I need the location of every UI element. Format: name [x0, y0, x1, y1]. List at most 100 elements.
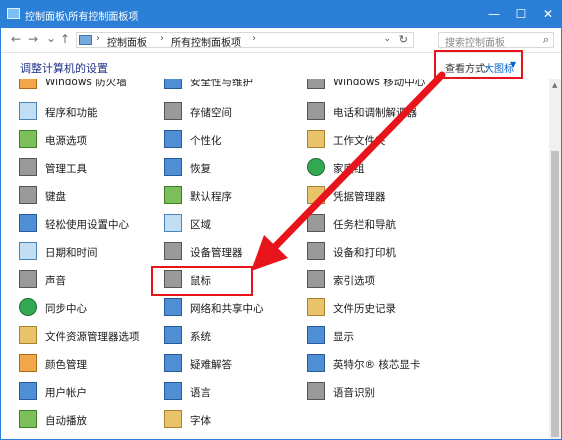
taskbar-icon [307, 214, 325, 232]
item-display[interactable]: 显示 [307, 324, 457, 348]
recovery-icon [164, 158, 182, 176]
item-sync-center[interactable]: 同步中心 [19, 296, 169, 320]
search-icon[interactable]: ⌕ [543, 33, 549, 47]
item-security-maintenance[interactable]: 安全性与维护 [164, 79, 314, 93]
minimize-button[interactable]: — [482, 5, 506, 23]
refresh-icon[interactable]: ↻ [399, 33, 408, 46]
address-dropdown-icon[interactable]: ⌄ [383, 34, 391, 44]
phone-icon [307, 102, 325, 120]
scrollbar-thumb[interactable] [551, 151, 559, 437]
breadcrumb-separator[interactable]: › [252, 33, 256, 44]
item-sound[interactable]: 声音 [19, 268, 169, 292]
tools-icon [19, 158, 37, 176]
item-credential-manager[interactable]: 凭据管理器 [307, 184, 457, 208]
item-region[interactable]: 区域 [164, 212, 314, 236]
close-button[interactable]: ✕ [536, 5, 560, 23]
printer-icon [307, 242, 325, 260]
maximize-button[interactable]: ☐ [509, 5, 533, 23]
item-system[interactable]: 系统 [164, 324, 314, 348]
up-arrow-icon[interactable]: ↑ [60, 32, 70, 46]
item-file-history[interactable]: 文件历史记录 [307, 296, 457, 320]
sync-icon [19, 298, 37, 316]
search-placeholder[interactable]: 搜索控制面板 [445, 34, 505, 49]
breadcrumb-all-items[interactable]: 所有控制面板项 [171, 34, 241, 49]
item-programs-features[interactable]: 程序和功能 [19, 100, 169, 124]
item-phone-modem[interactable]: 电话和调制解调器 [307, 100, 457, 124]
vertical-scrollbar[interactable]: ▲ [549, 79, 561, 439]
calendar-icon [19, 242, 37, 260]
mobility-icon [307, 79, 325, 89]
item-network-sharing[interactable]: 网络和共享中心 [164, 296, 314, 320]
breadcrumb-control-panel[interactable]: 控制面板 [107, 34, 147, 49]
color-icon [19, 354, 37, 372]
annotation-box-view-by [434, 50, 523, 79]
address-bar[interactable]: › 控制面板 › 所有控制面板项 › ⌄ ↻ [76, 32, 414, 49]
intel-icon [307, 354, 325, 372]
item-speech-recognition[interactable]: 语音识别 [307, 380, 457, 404]
item-fonts[interactable]: 字体 [164, 408, 314, 432]
file-history-icon [307, 298, 325, 316]
item-intel-graphics[interactable]: 英特尔® 核芯显卡 [307, 352, 457, 376]
item-date-time[interactable]: 日期和时间 [19, 240, 169, 264]
window-title: 控制面板\所有控制面板项 [25, 12, 139, 23]
default-programs-icon [164, 186, 182, 204]
users-icon [19, 382, 37, 400]
item-windows-mobility[interactable]: Windows 移动中心 [307, 79, 457, 93]
item-devices-printers[interactable]: 设备和打印机 [307, 240, 457, 264]
page-heading: 调整计算机的设置 [20, 62, 108, 75]
control-panel-window: 控制面板\所有控制面板项 — ☐ ✕ ← → ⌄ ↑ › 控制面板 › 所有控制… [0, 0, 562, 440]
network-icon [164, 298, 182, 316]
personalization-icon [164, 130, 182, 148]
search-box[interactable]: 搜索控制面板 ⌕ [438, 32, 554, 49]
item-work-folders[interactable]: 工作文件夹 [307, 128, 457, 152]
credential-icon [307, 186, 325, 204]
recent-locations-icon[interactable]: ⌄ [46, 31, 56, 45]
item-user-accounts[interactable]: 用户帐户 [19, 380, 169, 404]
microphone-icon [307, 382, 325, 400]
item-power-options[interactable]: 电源选项 [19, 128, 169, 152]
scroll-up-icon[interactable]: ▲ [552, 81, 557, 89]
title-bar: 控制面板\所有控制面板项 — ☐ ✕ [1, 1, 561, 28]
item-device-manager[interactable]: 设备管理器 [164, 240, 314, 264]
back-arrow-icon[interactable]: ← [11, 32, 21, 46]
breadcrumb-separator[interactable]: › [160, 33, 164, 44]
control-panel-icon [7, 8, 20, 19]
language-icon [164, 382, 182, 400]
display-icon [307, 326, 325, 344]
folder-options-icon [19, 326, 37, 344]
item-color-management[interactable]: 颜色管理 [19, 352, 169, 376]
item-admin-tools[interactable]: 管理工具 [19, 156, 169, 180]
item-storage-spaces[interactable]: 存储空间 [164, 100, 314, 124]
speaker-icon [19, 270, 37, 288]
breadcrumb-separator[interactable]: › [96, 33, 100, 44]
homegroup-icon [307, 158, 325, 176]
flag-icon [164, 79, 182, 89]
work-folder-icon [307, 130, 325, 148]
fonts-icon [164, 410, 182, 428]
items-grid: Windows 防火墙 安全性与维护 Windows 移动中心 程序和功能 存储… [1, 79, 549, 439]
power-icon [19, 130, 37, 148]
item-personalization[interactable]: 个性化 [164, 128, 314, 152]
item-autoplay[interactable]: 自动播放 [19, 408, 169, 432]
accessibility-icon [19, 214, 37, 232]
programs-icon [19, 102, 37, 120]
region-icon [164, 214, 182, 232]
item-keyboard[interactable]: 键盘 [19, 184, 169, 208]
forward-arrow-icon[interactable]: → [28, 32, 38, 46]
troubleshoot-icon [164, 354, 182, 372]
item-homegroup[interactable]: 家庭组 [307, 156, 457, 180]
item-ease-of-access[interactable]: 轻松使用设置中心 [19, 212, 169, 236]
item-indexing-options[interactable]: 索引选项 [307, 268, 457, 292]
item-taskbar-navigation[interactable]: 任务栏和导航 [307, 212, 457, 236]
annotation-box-mouse [151, 266, 253, 296]
item-recovery[interactable]: 恢复 [164, 156, 314, 180]
item-default-programs[interactable]: 默认程序 [164, 184, 314, 208]
item-language[interactable]: 语言 [164, 380, 314, 404]
item-windows-firewall[interactable]: Windows 防火墙 [19, 79, 169, 93]
index-icon [307, 270, 325, 288]
control-panel-small-icon [79, 35, 92, 45]
item-troubleshooting[interactable]: 疑难解答 [164, 352, 314, 376]
firewall-icon [19, 79, 37, 89]
system-icon [164, 326, 182, 344]
item-file-explorer-options[interactable]: 文件资源管理器选项 [19, 324, 169, 348]
